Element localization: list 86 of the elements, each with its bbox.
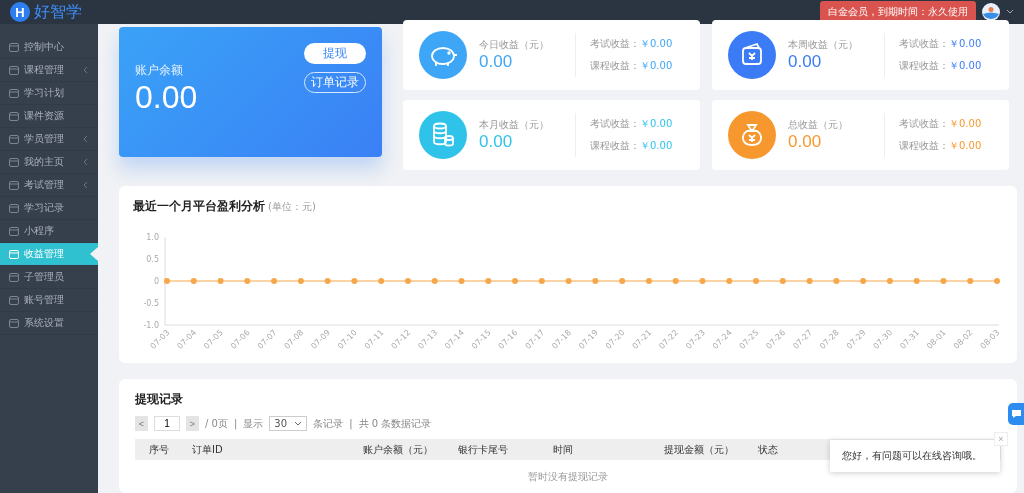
- empty-message: 暂时没有提现记录: [528, 470, 608, 484]
- sidebar-item[interactable]: 账号管理: [0, 289, 98, 312]
- stat-title: 今日收益（元）: [479, 38, 550, 52]
- stat-amount: 0.00: [788, 132, 823, 152]
- exam-income-value: ￥0.00: [949, 37, 982, 51]
- square-icon: [9, 203, 19, 213]
- exam-income-label: 考试收益：: [899, 37, 949, 51]
- membership-badge: 白金会员，到期时间：永久使用: [820, 1, 976, 23]
- balance-amount: 0.00: [135, 79, 198, 116]
- page-size-select[interactable]: 30: [269, 416, 308, 431]
- course-income-value: ￥0.00: [949, 59, 982, 73]
- square-icon: [9, 318, 19, 328]
- course-income-value: ￥0.00: [640, 59, 673, 73]
- sidebar-item[interactable]: 系统设置: [0, 312, 98, 335]
- square-icon: [9, 111, 19, 121]
- caret-icon[interactable]: [1006, 9, 1014, 15]
- column-header: 状态: [758, 442, 778, 457]
- withdraw-button[interactable]: 提现: [304, 43, 366, 64]
- square-icon: [9, 226, 19, 236]
- course-income-label: 课程收益：: [590, 139, 640, 153]
- exam-income-label: 考试收益：: [590, 117, 640, 131]
- exam-income-value: ￥0.00: [949, 117, 982, 131]
- column-header: 账户余额（元）: [363, 442, 433, 457]
- column-header: 序号: [149, 442, 169, 457]
- course-income-value: ￥0.00: [640, 139, 673, 153]
- chat-message: 您好，有问题可以在线咨询哦。: [842, 449, 982, 463]
- exam-income-label: 考试收益：: [899, 117, 949, 131]
- separator-text: |: [233, 418, 238, 429]
- y-tick-label: -0.5: [143, 299, 159, 308]
- column-header: 提现金额（元）: [664, 442, 734, 457]
- stat-amount: 0.00: [479, 52, 514, 72]
- square-icon: [9, 157, 19, 167]
- exam-income-label: 考试收益：: [590, 37, 640, 51]
- page-input[interactable]: 1: [154, 416, 180, 431]
- show-label: 显示: [243, 416, 264, 431]
- sidebar-item[interactable]: 学员管理: [0, 128, 98, 151]
- square-icon: [9, 295, 19, 305]
- avatar-icon[interactable]: [982, 3, 1000, 21]
- square-icon: [9, 42, 19, 52]
- sidebar-item[interactable]: 我的主页: [0, 151, 98, 174]
- logo-text: 好智学: [34, 1, 82, 23]
- square-icon: [9, 249, 19, 259]
- exam-income-value: ￥0.00: [640, 37, 673, 51]
- square-icon: [9, 134, 19, 144]
- sidebar-item[interactable]: 课件资源: [0, 105, 98, 128]
- stat-title: 总收益（元）: [788, 118, 849, 132]
- chart-unit: (单位：元): [268, 200, 316, 214]
- total-count: 共 0 条数据记录: [358, 416, 432, 431]
- sidebar-item[interactable]: 子管理员: [0, 266, 98, 289]
- column-header: 订单ID: [192, 442, 223, 457]
- stat-amount: 0.00: [788, 52, 823, 72]
- sidebar-item[interactable]: 课程管理: [0, 59, 98, 82]
- course-income-value: ￥0.00: [949, 139, 982, 153]
- records-title: 提现记录: [135, 391, 184, 408]
- previous-page-button[interactable]: <: [135, 416, 148, 431]
- course-income-label: 课程收益：: [899, 59, 949, 73]
- column-header: 时间: [553, 442, 573, 457]
- balance-label: 账户余额: [135, 62, 184, 79]
- per-page-label: 条记录: [313, 416, 344, 431]
- square-icon: [9, 180, 19, 190]
- square-icon: [9, 88, 19, 98]
- course-income-label: 课程收益：: [590, 59, 640, 73]
- sidebar-item[interactable]: 控制中心: [0, 36, 98, 59]
- page-count: / 0页: [205, 416, 228, 431]
- chat-bubble-icon[interactable]: [1008, 403, 1024, 425]
- stat-title: 本月收益（元）: [479, 118, 550, 132]
- separator-text: |: [349, 418, 353, 429]
- sidebar-item[interactable]: 学习记录: [0, 197, 98, 220]
- y-tick-label: 1.0: [146, 233, 159, 242]
- square-icon: [9, 65, 19, 75]
- logo-icon: H: [10, 2, 30, 22]
- pointer-icon: [90, 247, 98, 261]
- caret-icon: [294, 421, 303, 426]
- exam-income-value: ￥0.00: [640, 117, 673, 131]
- y-tick-label: 0.5: [146, 255, 159, 264]
- column-header: 银行卡尾号: [458, 442, 508, 457]
- course-income-label: 课程收益：: [899, 139, 949, 153]
- next-page-button[interactable]: >: [186, 416, 199, 431]
- stat-amount: 0.00: [479, 132, 514, 152]
- square-icon: [9, 272, 19, 282]
- sidebar-item[interactable]: 考试管理: [0, 174, 98, 197]
- chart-title: 最近一个月平台盈利分析: [133, 198, 265, 215]
- sidebar-item[interactable]: 学习计划: [0, 82, 98, 105]
- y-tick-label: 0: [153, 277, 159, 286]
- stat-title: 本周收益（元）: [788, 38, 859, 52]
- y-tick-label: -1.0: [143, 321, 159, 330]
